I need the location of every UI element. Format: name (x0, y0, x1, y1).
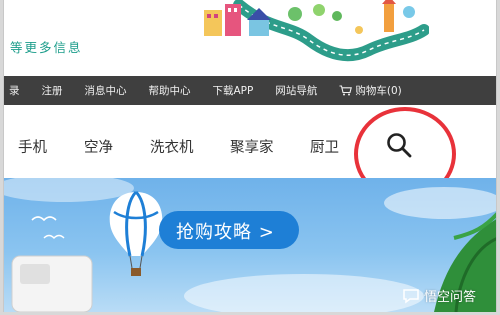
category-kitchen-bath[interactable]: 厨卫 (310, 136, 339, 157)
watermark: 悟空问答 (402, 286, 476, 305)
nav-item-login[interactable]: 录 (9, 83, 20, 98)
category-phones[interactable]: 手机 (18, 136, 47, 157)
nav-item-site-navigation[interactable]: 网站导航 (275, 83, 317, 98)
cart-label: 购物车(0) (355, 85, 402, 97)
nav-item-cart[interactable]: 购物车(0) (339, 83, 402, 98)
site-header: 等更多信息 (4, 0, 496, 72)
category-jux-home[interactable]: 聚享家 (230, 136, 274, 157)
chat-bubble-icon (403, 288, 419, 303)
header-tagline: 等更多信息 (10, 40, 83, 55)
nav-item-message-center[interactable]: 消息中心 (85, 83, 127, 98)
nav-item-help-center[interactable]: 帮助中心 (149, 83, 191, 98)
nav-item-download-app[interactable]: 下载APP (213, 83, 254, 98)
top-navigation-bar: 录 注册 消息中心 帮助中心 下载APP 网站导航 购物车(0) (4, 76, 496, 105)
shopping-guide-button[interactable]: 抢购攻略 > (176, 218, 275, 244)
watermark-text: 悟空问答 (424, 290, 477, 305)
browser-page: 等更多信息 录 注册 消息中心 帮助中心 下载APP 网站导航 购物车(0) 手… (3, 0, 497, 312)
nav-item-register[interactable]: 注册 (42, 83, 63, 98)
category-air-purifiers[interactable]: 空净 (84, 136, 113, 157)
hot-air-balloon-icon (109, 190, 163, 276)
category-washing-machines[interactable]: 洗衣机 (150, 136, 194, 157)
header-illustration (204, 0, 429, 62)
cart-icon (339, 85, 353, 96)
